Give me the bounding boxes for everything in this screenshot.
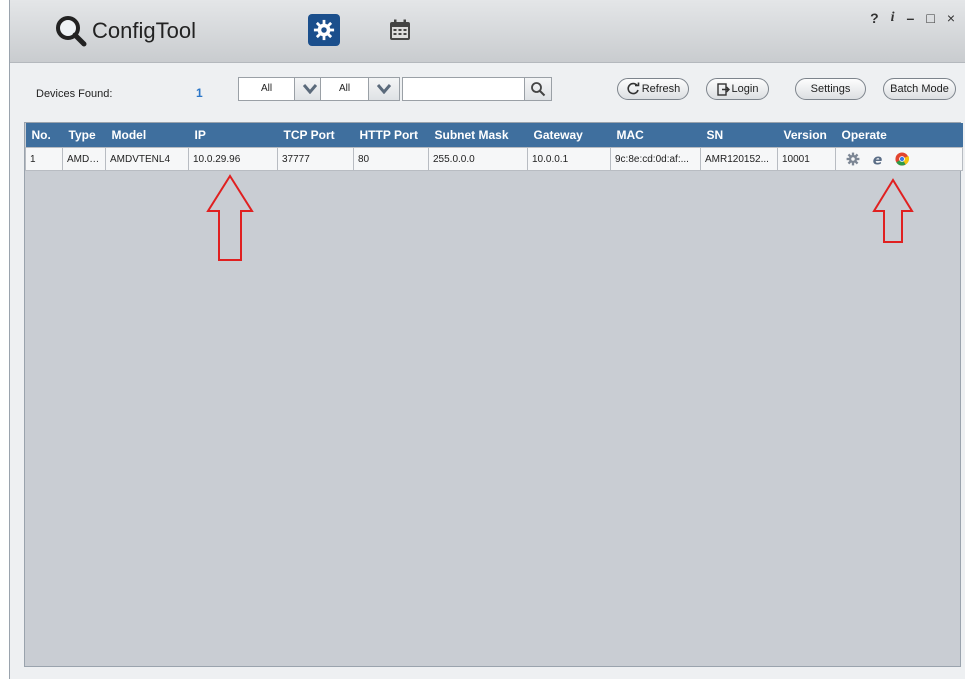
- cell-ip: 10.0.29.96: [188, 147, 278, 171]
- column-header-gateway[interactable]: Gateway: [527, 123, 611, 148]
- column-header-no[interactable]: No.: [25, 123, 63, 148]
- cell-http-port: 80: [353, 147, 429, 171]
- column-header-type[interactable]: Type: [62, 123, 106, 148]
- table-header-row: No. Type Model IP TCP Port HTTP Port Sub…: [25, 123, 963, 148]
- schedule-nav-button[interactable]: [384, 14, 416, 46]
- filter-state-select[interactable]: All: [320, 77, 400, 101]
- search-box[interactable]: [402, 77, 552, 101]
- svg-text:e: e: [873, 152, 883, 166]
- cell-subnet-mask: 255.0.0.0: [428, 147, 528, 171]
- calendar-icon: [390, 19, 410, 40]
- column-header-ip[interactable]: IP: [188, 123, 278, 148]
- cell-mac: 9c:8e:cd:0d:af:...: [610, 147, 701, 171]
- settings-button[interactable]: Settings: [795, 78, 866, 100]
- filter-type-value: All: [260, 83, 273, 94]
- cell-type: AMDV...: [62, 147, 106, 171]
- column-header-subnet-mask[interactable]: Subnet Mask: [428, 123, 528, 148]
- devices-found-count: 1: [196, 86, 203, 100]
- help-button[interactable]: ?: [870, 10, 879, 26]
- maximize-button[interactable]: □: [926, 10, 934, 26]
- refresh-button[interactable]: Refresh: [617, 78, 689, 100]
- cell-sn: AMR120152...: [700, 147, 778, 171]
- title-bar: ConfigTool ? i – □ ×: [10, 0, 965, 63]
- chevron-down-icon[interactable]: [368, 78, 399, 100]
- column-header-tcp-port[interactable]: TCP Port: [277, 123, 354, 148]
- device-table-area: No. Type Model IP TCP Port HTTP Port Sub…: [24, 122, 963, 667]
- annotation-arrow-operate: [872, 178, 914, 243]
- settings-label: Settings: [810, 83, 851, 95]
- cell-gateway: 10.0.0.1: [527, 147, 611, 171]
- cell-operate: e: [835, 147, 963, 171]
- search-button[interactable]: [524, 78, 551, 100]
- column-header-mac[interactable]: MAC: [610, 123, 701, 148]
- close-button[interactable]: ×: [947, 10, 955, 26]
- filter-state-value: All: [338, 83, 351, 94]
- search-icon: [56, 16, 87, 47]
- cell-version: 10001: [777, 147, 836, 171]
- devices-found-label: Devices Found:: [36, 88, 113, 100]
- app-window: ConfigTool ? i – □ × Devices Found: 1 Al…: [9, 0, 965, 679]
- column-header-sn[interactable]: SN: [700, 123, 778, 148]
- column-header-operate: Operate: [835, 123, 963, 148]
- info-button[interactable]: i: [891, 10, 895, 26]
- annotation-arrow-ip: [206, 174, 254, 261]
- device-table: No. Type Model IP TCP Port HTTP Port Sub…: [25, 123, 963, 171]
- cell-model: AMDVTENL4: [105, 147, 189, 171]
- gear-icon: [313, 19, 335, 41]
- column-header-version[interactable]: Version: [777, 123, 836, 148]
- minimize-button[interactable]: –: [907, 10, 915, 26]
- gear-icon[interactable]: [846, 152, 860, 166]
- batch-mode-label: Batch Mode: [890, 83, 949, 95]
- batch-mode-button[interactable]: Batch Mode: [883, 78, 956, 100]
- search-icon: [531, 82, 546, 97]
- login-icon: [716, 82, 730, 96]
- chrome-icon[interactable]: [895, 152, 909, 166]
- login-label: Login: [731, 83, 759, 95]
- refresh-icon: [627, 82, 640, 95]
- settings-nav-button[interactable]: [308, 14, 340, 46]
- internet-explorer-icon[interactable]: e: [870, 152, 885, 167]
- column-header-http-port[interactable]: HTTP Port: [353, 123, 429, 148]
- app-logo: ConfigTool: [54, 14, 196, 48]
- login-button[interactable]: Login: [706, 78, 769, 100]
- cell-no: 1: [25, 147, 63, 171]
- filter-type-select[interactable]: All: [238, 77, 326, 101]
- column-header-model[interactable]: Model: [105, 123, 189, 148]
- table-row[interactable]: 1 AMDV... AMDVTENL4 10.0.29.96 37777 80 …: [25, 147, 963, 171]
- window-controls: ? i – □ ×: [870, 10, 955, 26]
- app-title: ConfigTool: [92, 18, 196, 43]
- search-input[interactable]: [405, 80, 527, 100]
- cell-tcp-port: 37777: [277, 147, 354, 171]
- refresh-label: Refresh: [641, 83, 681, 95]
